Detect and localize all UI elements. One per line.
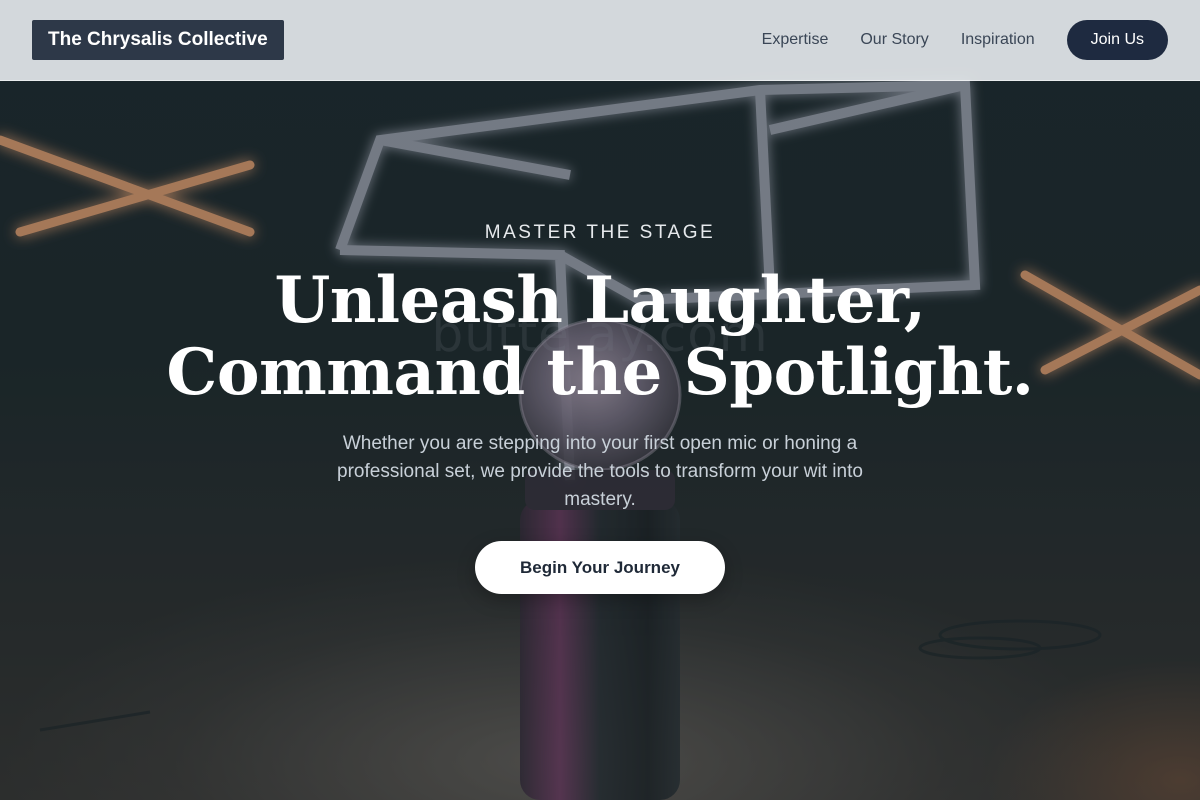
main-nav: Expertise Our Story Inspiration Join Us — [762, 20, 1168, 60]
hero-subtext: Whether you are stepping into your first… — [337, 433, 863, 510]
begin-journey-button[interactable]: Begin Your Journey — [475, 541, 725, 594]
site-header: The Chrysalis Collective Expertise Our S… — [0, 0, 1200, 81]
join-us-button[interactable]: Join Us — [1066, 20, 1168, 60]
hero-eyebrow: MASTER THE STAGE — [484, 222, 716, 243]
hero-headline-line-1: Unleash Laughter, — [274, 263, 926, 338]
hero-section: MASTER THE STAGE Unleash Laughter, Comma… — [0, 81, 1200, 800]
hero-headline: Unleash Laughter, Command the Spotlight. — [100, 265, 1100, 409]
hero-headline-line-2: Command the Spotlight. — [166, 335, 1034, 410]
landing-page: butte ay.com The Chrysalis Collective Ex… — [0, 0, 1200, 800]
nav-link-our-story[interactable]: Our Story — [860, 31, 928, 49]
nav-link-expertise[interactable]: Expertise — [762, 31, 829, 49]
nav-link-inspiration[interactable]: Inspiration — [961, 31, 1035, 49]
brand-logo[interactable]: The Chrysalis Collective — [32, 20, 284, 60]
